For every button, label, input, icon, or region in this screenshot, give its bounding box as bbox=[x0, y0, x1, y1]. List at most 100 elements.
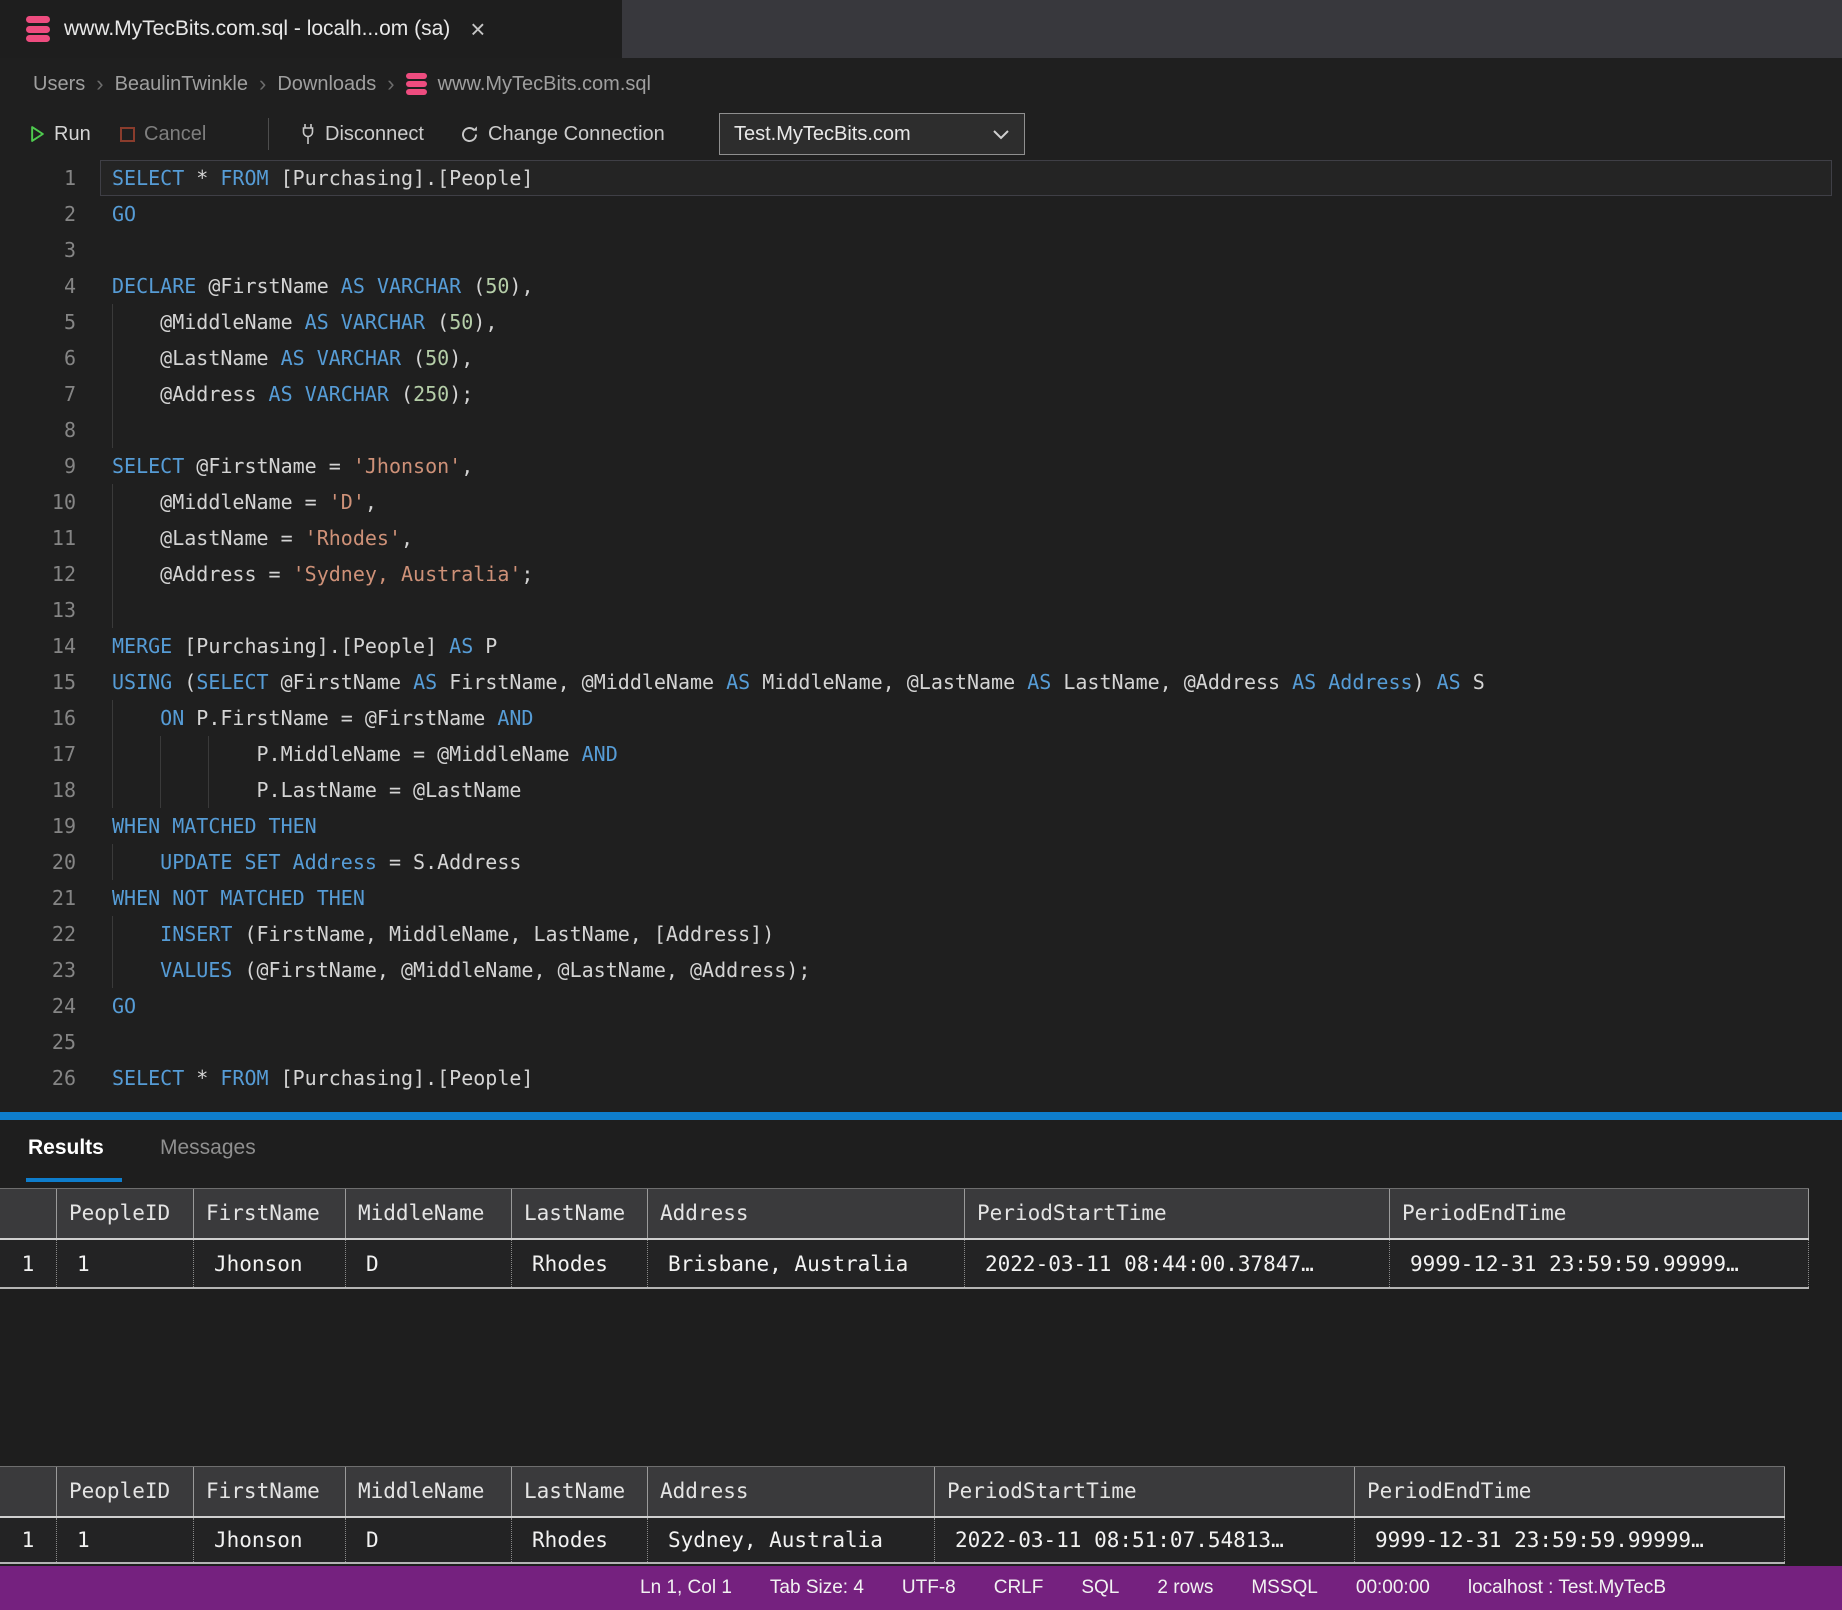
code-line[interactable]: 8 bbox=[0, 412, 1842, 448]
code-text: P.MiddleName = @MiddleName AND bbox=[112, 736, 618, 772]
code-line[interactable]: 16 ON P.FirstName = @FirstName AND bbox=[0, 700, 1842, 736]
code-line[interactable]: 23 VALUES (@FirstName, @MiddleName, @Las… bbox=[0, 952, 1842, 988]
sql-editor-window: www.MyTecBits.com.sql - localh...om (sa)… bbox=[0, 0, 1842, 1610]
column-header[interactable]: MiddleName bbox=[346, 1189, 512, 1238]
status-item[interactable]: SQL bbox=[1081, 1577, 1119, 1599]
row-number-header[interactable] bbox=[0, 1189, 57, 1238]
code-line[interactable]: 10 @MiddleName = 'D', bbox=[0, 484, 1842, 520]
code-line[interactable]: 11 @LastName = 'Rhodes', bbox=[0, 520, 1842, 556]
column-header[interactable]: PeriodStartTime bbox=[935, 1467, 1355, 1516]
code-editor[interactable]: 1SELECT * FROM [Purchasing].[People]2GO3… bbox=[0, 158, 1842, 1112]
breadcrumb-item[interactable]: BeaulinTwinkle bbox=[115, 73, 248, 96]
grid-cell[interactable]: D bbox=[346, 1518, 512, 1562]
code-line[interactable]: 19WHEN MATCHED THEN bbox=[0, 808, 1842, 844]
grid-cell[interactable]: 2022-03-11 08:44:00.37847… bbox=[965, 1240, 1390, 1287]
code-line[interactable]: 21WHEN NOT MATCHED THEN bbox=[0, 880, 1842, 916]
line-number: 17 bbox=[0, 736, 76, 772]
refresh-icon bbox=[460, 125, 479, 144]
column-header[interactable]: PeriodEndTime bbox=[1390, 1189, 1809, 1238]
column-header[interactable]: PeriodEndTime bbox=[1355, 1467, 1785, 1516]
code-line[interactable]: 25 bbox=[0, 1024, 1842, 1060]
chevron-right-icon: › bbox=[387, 71, 394, 97]
code-line[interactable]: 1SELECT * FROM [Purchasing].[People] bbox=[0, 160, 1842, 196]
code-line[interactable]: 12 @Address = 'Sydney, Australia'; bbox=[0, 556, 1842, 592]
connection-dropdown[interactable]: Test.MyTecBits.com bbox=[719, 113, 1025, 155]
grid-cell[interactable]: D bbox=[346, 1240, 512, 1287]
code-line[interactable]: 26SELECT * FROM [Purchasing].[People] bbox=[0, 1060, 1842, 1096]
code-line[interactable]: 24GO bbox=[0, 988, 1842, 1024]
code-line[interactable]: 17 P.MiddleName = @MiddleName AND bbox=[0, 736, 1842, 772]
column-header[interactable]: PeopleID bbox=[57, 1467, 194, 1516]
close-icon[interactable]: × bbox=[470, 16, 485, 42]
line-number: 10 bbox=[0, 484, 76, 520]
column-header[interactable]: PeriodStartTime bbox=[965, 1189, 1390, 1238]
column-header[interactable]: Address bbox=[648, 1467, 935, 1516]
column-header[interactable]: Address bbox=[648, 1189, 965, 1238]
status-item[interactable]: Ln 1, Col 1 bbox=[640, 1577, 732, 1599]
code-line[interactable]: 6 @LastName AS VARCHAR (50), bbox=[0, 340, 1842, 376]
breadcrumb-item[interactable]: Downloads bbox=[277, 73, 376, 96]
table-row[interactable]: 11JhonsonDRhodesSydney, Australia2022-03… bbox=[0, 1518, 1785, 1564]
breadcrumb-item[interactable]: Users bbox=[33, 73, 85, 96]
column-header[interactable]: LastName bbox=[512, 1467, 648, 1516]
code-line[interactable]: 18 P.LastName = @LastName bbox=[0, 772, 1842, 808]
change-connection-button[interactable]: Change Connection bbox=[460, 110, 665, 158]
code-line[interactable]: 3 bbox=[0, 232, 1842, 268]
code-line[interactable]: 22 INSERT (FirstName, MiddleName, LastNa… bbox=[0, 916, 1842, 952]
line-number: 18 bbox=[0, 772, 76, 808]
editor-tab[interactable]: www.MyTecBits.com.sql - localh...om (sa)… bbox=[0, 0, 622, 58]
column-header[interactable]: FirstName bbox=[194, 1467, 346, 1516]
grid-cell[interactable]: 1 bbox=[57, 1240, 194, 1287]
column-header[interactable]: LastName bbox=[512, 1189, 648, 1238]
grid-cell[interactable]: Brisbane, Australia bbox=[648, 1240, 965, 1287]
line-number: 26 bbox=[0, 1060, 76, 1096]
status-item[interactable]: MSSQL bbox=[1251, 1577, 1318, 1599]
grid-cell[interactable]: 2022-03-11 08:51:07.54813… bbox=[935, 1518, 1355, 1562]
row-number-cell[interactable]: 1 bbox=[0, 1240, 57, 1287]
status-item[interactable]: CRLF bbox=[994, 1577, 1044, 1599]
code-line[interactable]: 4DECLARE @FirstName AS VARCHAR (50), bbox=[0, 268, 1842, 304]
panel-resize-sash[interactable] bbox=[0, 1112, 1842, 1120]
column-header[interactable]: PeopleID bbox=[57, 1189, 194, 1238]
status-item[interactable]: 2 rows bbox=[1157, 1577, 1213, 1599]
code-line[interactable]: 5 @MiddleName AS VARCHAR (50), bbox=[0, 304, 1842, 340]
grid-cell[interactable]: 9999-12-31 23:59:59.99999… bbox=[1355, 1518, 1785, 1562]
disconnect-button[interactable]: Disconnect bbox=[300, 110, 424, 158]
status-item[interactable]: localhost : Test.MyTecB bbox=[1468, 1577, 1666, 1599]
row-number-cell[interactable]: 1 bbox=[0, 1518, 57, 1562]
grid-cell[interactable]: Sydney, Australia bbox=[648, 1518, 935, 1562]
code-line[interactable]: 2GO bbox=[0, 196, 1842, 232]
row-number-header[interactable] bbox=[0, 1467, 57, 1516]
grid-cell[interactable]: Rhodes bbox=[512, 1518, 648, 1562]
status-item[interactable]: Tab Size: 4 bbox=[770, 1577, 864, 1599]
table-row[interactable]: 11JhonsonDRhodesBrisbane, Australia2022-… bbox=[0, 1240, 1809, 1289]
grid-cell[interactable]: Jhonson bbox=[194, 1240, 346, 1287]
tab-results[interactable]: Results bbox=[28, 1136, 104, 1160]
grid-cell[interactable]: 1 bbox=[57, 1518, 194, 1562]
code-line[interactable]: 9SELECT @FirstName = 'Jhonson', bbox=[0, 448, 1842, 484]
tab-messages[interactable]: Messages bbox=[160, 1136, 256, 1160]
status-item[interactable]: 00:00:00 bbox=[1356, 1577, 1430, 1599]
line-number: 24 bbox=[0, 988, 76, 1024]
code-line[interactable]: 14MERGE [Purchasing].[People] AS P bbox=[0, 628, 1842, 664]
breadcrumb-file[interactable]: www.MyTecBits.com.sql bbox=[438, 73, 651, 96]
column-header[interactable]: MiddleName bbox=[346, 1467, 512, 1516]
run-button[interactable]: Run bbox=[30, 110, 91, 158]
code-line[interactable]: 13 bbox=[0, 592, 1842, 628]
grid-cell[interactable]: Jhonson bbox=[194, 1518, 346, 1562]
code-line[interactable]: 7 @Address AS VARCHAR (250); bbox=[0, 376, 1842, 412]
status-items: Ln 1, Col 1 Tab Size: 4 UTF-8 CRLF SQL 2 rows… bbox=[640, 1566, 1666, 1610]
database-icon bbox=[406, 73, 427, 96]
code-text: ON P.FirstName = @FirstName AND bbox=[112, 700, 533, 736]
code-line[interactable]: 20 UPDATE SET Address = S.Address bbox=[0, 844, 1842, 880]
code-line[interactable]: 15USING (SELECT @FirstName AS FirstName,… bbox=[0, 664, 1842, 700]
cancel-button[interactable]: Cancel bbox=[120, 110, 206, 158]
column-header[interactable]: FirstName bbox=[194, 1189, 346, 1238]
status-item[interactable]: UTF-8 bbox=[902, 1577, 956, 1599]
chevron-down-icon bbox=[992, 129, 1010, 140]
line-number: 6 bbox=[0, 340, 76, 376]
grid-cell[interactable]: 9999-12-31 23:59:59.99999… bbox=[1390, 1240, 1809, 1287]
grid-cell[interactable]: Rhodes bbox=[512, 1240, 648, 1287]
code-text: @LastName = 'Rhodes', bbox=[112, 520, 413, 556]
line-number: 12 bbox=[0, 556, 76, 592]
